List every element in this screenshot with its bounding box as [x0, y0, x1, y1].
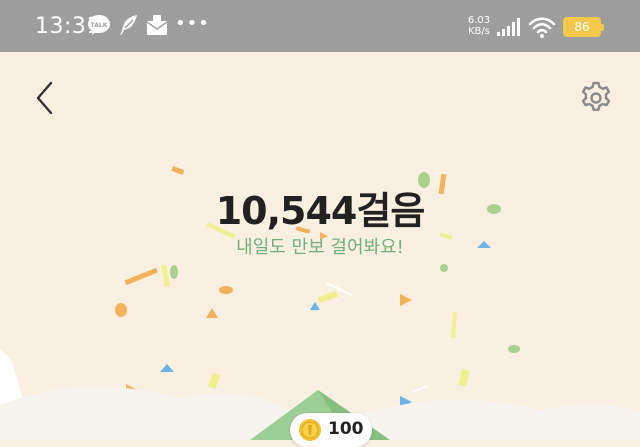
more-notifications-icon: •••: [175, 13, 210, 34]
talk-icon: TALK: [88, 15, 110, 35]
coin-icon: [299, 419, 321, 441]
mail-icon: [146, 15, 168, 35]
wifi-icon: [528, 17, 556, 38]
step-count: 10,544걸음: [215, 189, 426, 233]
network-speed: 6.03 KB/s: [467, 15, 491, 37]
feather-icon: [120, 15, 137, 35]
reward-badge[interactable]: 100: [290, 413, 372, 447]
svg-text:TALK: TALK: [91, 22, 108, 29]
signal-icon: [497, 18, 520, 36]
battery-indicator: 86: [563, 17, 604, 37]
encouragement-message: 내일도 만보 걸어봐요!: [236, 237, 404, 258]
status-bar: 13:31 TALK ••• 6.03 KB/s 86: [0, 0, 640, 52]
reward-amount: 100: [328, 419, 364, 439]
